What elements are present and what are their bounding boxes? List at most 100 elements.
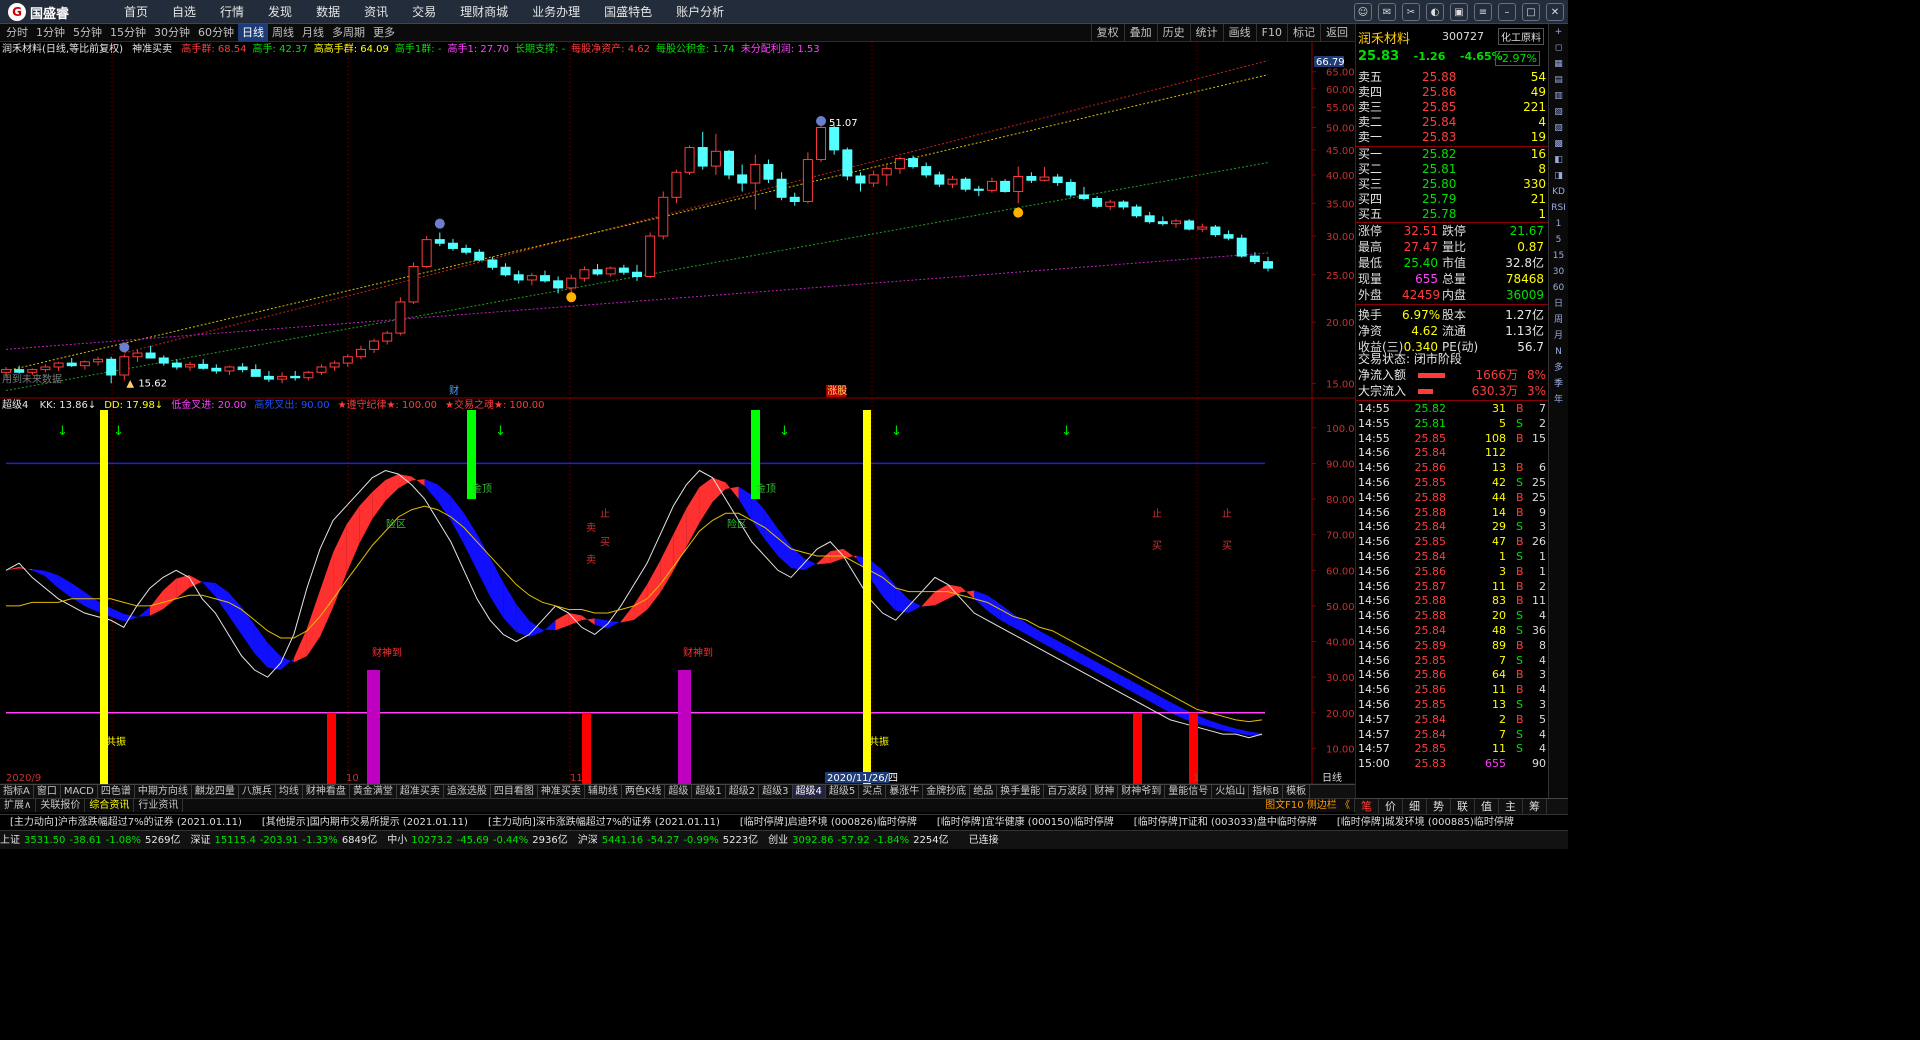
right-tab[interactable]: 联	[1451, 799, 1475, 814]
ask-row[interactable]: 卖四 25.86 49	[1358, 85, 1546, 100]
indicator-tab[interactable]: 黄金满堂	[350, 785, 397, 798]
ask-row[interactable]: 卖二 25.84 4	[1358, 115, 1546, 130]
news-item[interactable]: [主力动向]沪市涨跌幅超过7%的证券 (2021.01.11)	[10, 817, 242, 828]
tool-button[interactable]: 标记	[1287, 24, 1320, 42]
menu-icon[interactable]: ≡	[1474, 3, 1492, 21]
right-tab[interactable]: 筹	[1523, 799, 1547, 814]
right-tab[interactable]: 价	[1379, 799, 1403, 814]
index-name[interactable]: 沪深	[578, 835, 598, 846]
minimize-icon[interactable]: –	[1498, 3, 1516, 21]
indicator-tab[interactable]: 均线	[276, 785, 303, 798]
period-tab[interactable]: 1分钟	[32, 24, 69, 42]
side-tool[interactable]: 5	[1549, 232, 1568, 248]
period-tab[interactable]: 日线	[238, 24, 268, 42]
side-tool[interactable]: 日	[1549, 296, 1568, 312]
period-tab[interactable]: 15分钟	[106, 24, 150, 42]
indicator-tab[interactable]: 绝品	[970, 785, 998, 798]
indicator-tab[interactable]: 两色K线	[622, 785, 666, 798]
right-tab[interactable]: 值	[1475, 799, 1499, 814]
news-item[interactable]: [其他提示]国内期市交易所提示 (2021.01.11)	[262, 817, 468, 828]
indicator-tab[interactable]: MACD	[61, 785, 98, 798]
news-item[interactable]: [主力动向]深市涨跌幅超过7%的证券 (2021.01.11)	[488, 817, 720, 828]
menu-item[interactable]: 自选	[160, 0, 208, 24]
menu-item[interactable]: 国盛特色	[592, 0, 664, 24]
menu-item[interactable]: 首页	[112, 0, 160, 24]
menu-item[interactable]: 行情	[208, 0, 256, 24]
indicator-name[interactable]: 超级4	[2, 400, 28, 411]
side-tool[interactable]: ▩	[1549, 136, 1568, 152]
indicator-tab[interactable]: 百万波段	[1044, 785, 1092, 798]
indicator-tab[interactable]: 中期方向线	[135, 785, 192, 798]
indicator-tab[interactable]: 财神看盘	[303, 785, 350, 798]
tool-button[interactable]: F10	[1255, 24, 1287, 42]
side-tool[interactable]: ▤	[1549, 72, 1568, 88]
bid-row[interactable]: 买四 25.79 21	[1358, 192, 1546, 207]
right-tab[interactable]: 笔	[1355, 799, 1379, 814]
menu-item[interactable]: 交易	[400, 0, 448, 24]
side-tool[interactable]: ◨	[1549, 168, 1568, 184]
indicator-tab[interactable]: 金牌抄底	[923, 785, 971, 798]
indicator-tab[interactable]: 超级1	[692, 785, 726, 798]
period-tab[interactable]: 月线	[298, 24, 328, 42]
news-ticker[interactable]: [主力动向]沪市涨跌幅超过7%的证券 (2021.01.11) [其他提示]国内期…	[0, 814, 1568, 830]
indicator-tab[interactable]: 窗口	[34, 785, 61, 798]
tool-button[interactable]: 返回	[1320, 24, 1353, 42]
indicator-tab[interactable]: 超级5	[826, 785, 860, 798]
tool-button[interactable]: 复权	[1090, 24, 1124, 42]
side-tool[interactable]: 1	[1549, 216, 1568, 232]
period-tab[interactable]: 分时	[2, 24, 32, 42]
index-name[interactable]: 中小	[387, 835, 407, 846]
index-name[interactable]: 创业	[768, 835, 788, 846]
indicator-tab[interactable]: 四目看图	[491, 785, 538, 798]
side-tool[interactable]: 季	[1549, 376, 1568, 392]
chat-icon[interactable]: ☺	[1354, 3, 1372, 21]
indicator-tab[interactable]: 财神爷到	[1118, 785, 1166, 798]
message-icon[interactable]: ✉	[1378, 3, 1396, 21]
tool-button[interactable]: 画线	[1222, 24, 1256, 42]
indicator-tab[interactable]: 火焰山	[1212, 785, 1250, 798]
indicator-tab[interactable]: 八旗兵	[239, 785, 276, 798]
period-tab[interactable]: 60分钟	[194, 24, 238, 42]
side-tool[interactable]: ▧	[1549, 104, 1568, 120]
period-tab[interactable]: 周线	[268, 24, 298, 42]
lock-icon[interactable]: ▣	[1450, 3, 1468, 21]
right-tab[interactable]: 细	[1403, 799, 1427, 814]
indicator-tab[interactable]: 追涨选股	[444, 785, 491, 798]
close-icon[interactable]: ✕	[1546, 3, 1564, 21]
ask-row[interactable]: 卖五 25.88 54	[1358, 70, 1546, 85]
chart-area[interactable]: 51.0715.62▲用到未来数据财涨股 ↓ ↓ ↓ ↓ ↓ ↓金顶 金顶险区 险区止卖买卖止…	[0, 42, 1355, 784]
bid-row[interactable]: 买一 25.82 16	[1358, 147, 1546, 162]
right-tab[interactable]: 势	[1427, 799, 1451, 814]
indicator-tab[interactable]: 超准买卖	[397, 785, 444, 798]
indicator-tab[interactable]: 辅助线	[585, 785, 622, 798]
menu-item[interactable]: 发现	[256, 0, 304, 24]
bid-row[interactable]: 买五 25.78 1	[1358, 207, 1546, 222]
period-tab[interactable]: 5分钟	[69, 24, 106, 42]
indicator-tab[interactable]: 麒龙四量	[192, 785, 239, 798]
side-tool[interactable]: 30	[1549, 264, 1568, 280]
side-tool[interactable]: 年	[1549, 392, 1568, 408]
panel-tab[interactable]: 行业资讯	[134, 799, 184, 812]
indicator-tab[interactable]: 买点	[859, 785, 887, 798]
side-tool[interactable]: RSI	[1549, 200, 1568, 216]
news-item[interactable]: [临时停牌]T证和 (003033)盘中临时停牌	[1134, 817, 1317, 828]
tool-button[interactable]: 统计	[1189, 24, 1223, 42]
ask-row[interactable]: 卖一 25.83 19	[1358, 130, 1546, 145]
panel-tab[interactable]: 综合资讯	[85, 799, 135, 812]
indicator-tab[interactable]: 神准买卖	[538, 785, 585, 798]
indicator-tab[interactable]: 超级3	[759, 785, 793, 798]
menu-item[interactable]: 理财商城	[448, 0, 520, 24]
indicator-tab[interactable]: 财神	[1091, 785, 1119, 798]
skin-icon[interactable]: ◐	[1426, 3, 1444, 21]
period-tab[interactable]: 30分钟	[150, 24, 194, 42]
tool-button[interactable]: 叠加	[1123, 24, 1157, 42]
side-tool[interactable]: ▨	[1549, 120, 1568, 136]
news-item[interactable]: [临时停牌]启迪环境 (000826)临时停牌	[740, 817, 917, 828]
tools-icon[interactable]: ✂	[1402, 3, 1420, 21]
indicator-tab[interactable]: 指标A	[0, 785, 34, 798]
indicator-tab[interactable]: 指标B	[1249, 785, 1284, 798]
side-tool[interactable]: ▥	[1549, 88, 1568, 104]
period-tab[interactable]: 多周期	[328, 24, 369, 42]
side-tool[interactable]: KD	[1549, 184, 1568, 200]
side-tool[interactable]: ▦	[1549, 56, 1568, 72]
